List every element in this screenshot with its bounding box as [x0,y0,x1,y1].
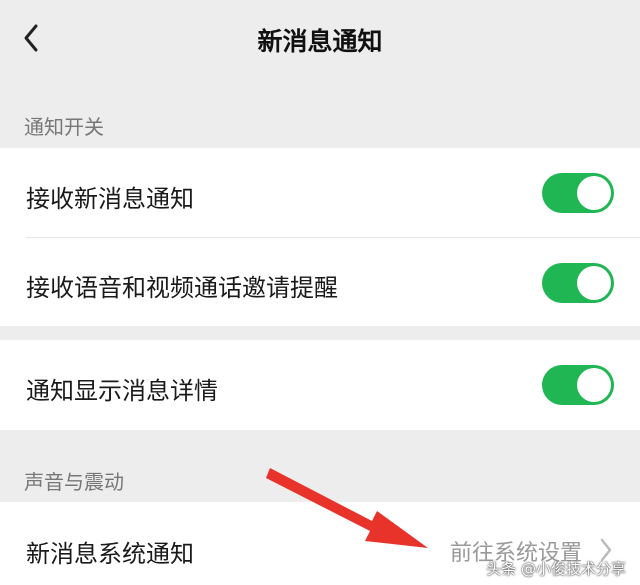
receive-call-toggle[interactable] [542,263,614,303]
show-details-row: 通知显示消息详情 [0,340,640,430]
receive-new-label: 接收新消息通知 [26,185,194,213]
show-details-toggle[interactable] [542,365,614,405]
receive-call-label: 接收语音和视频通话邀请提醒 [26,274,338,302]
receive-new-toggle[interactable] [542,173,614,213]
notify-group: 接收新消息通知 接收语音和视频通话邀请提醒 [0,148,640,326]
watermark: 头条 @小俊技术分享 [486,560,626,578]
page-title: 新消息通知 [257,27,383,56]
nav-bar: 新消息通知 [0,0,640,80]
system-notify-label: 新消息系统通知 [26,540,194,568]
divider [26,237,640,238]
section-title-sound-vibration: 声音与震动 [24,470,124,494]
show-details-label: 通知显示消息详情 [26,377,218,405]
section-title-notify-switch: 通知开关 [24,115,104,139]
